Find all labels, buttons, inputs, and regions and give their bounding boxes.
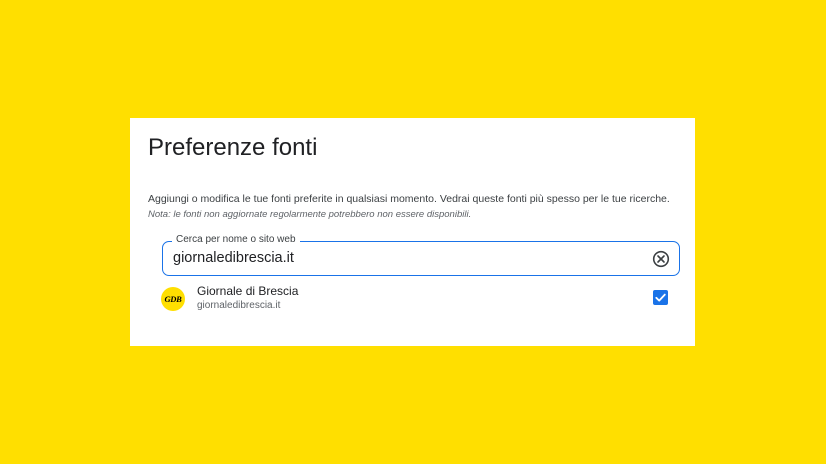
list-item[interactable]: GDB Giornale di Brescia giornaledibresci… — [161, 283, 671, 315]
dialog-title: Preferenze fonti — [148, 134, 318, 161]
source-logo: GDB — [161, 287, 185, 311]
dialog-description: Aggiungi o modifica le tue fonti preferi… — [148, 193, 670, 205]
source-preferences-dialog: Preferenze fonti Aggiungi o modifica le … — [130, 118, 695, 346]
source-name: Giornale di Brescia — [197, 284, 299, 298]
search-input[interactable] — [173, 248, 633, 268]
search-field-label: Cerca per nome o sito web — [172, 234, 300, 245]
source-domain: giornaledibrescia.it — [197, 300, 281, 311]
dialog-note: Nota: le fonti non aggiornate regolarmen… — [148, 209, 472, 220]
checkbox-checked-icon[interactable] — [653, 290, 668, 305]
search-field[interactable]: Cerca per nome o sito web — [162, 234, 680, 276]
clear-circle-icon[interactable] — [652, 250, 670, 268]
